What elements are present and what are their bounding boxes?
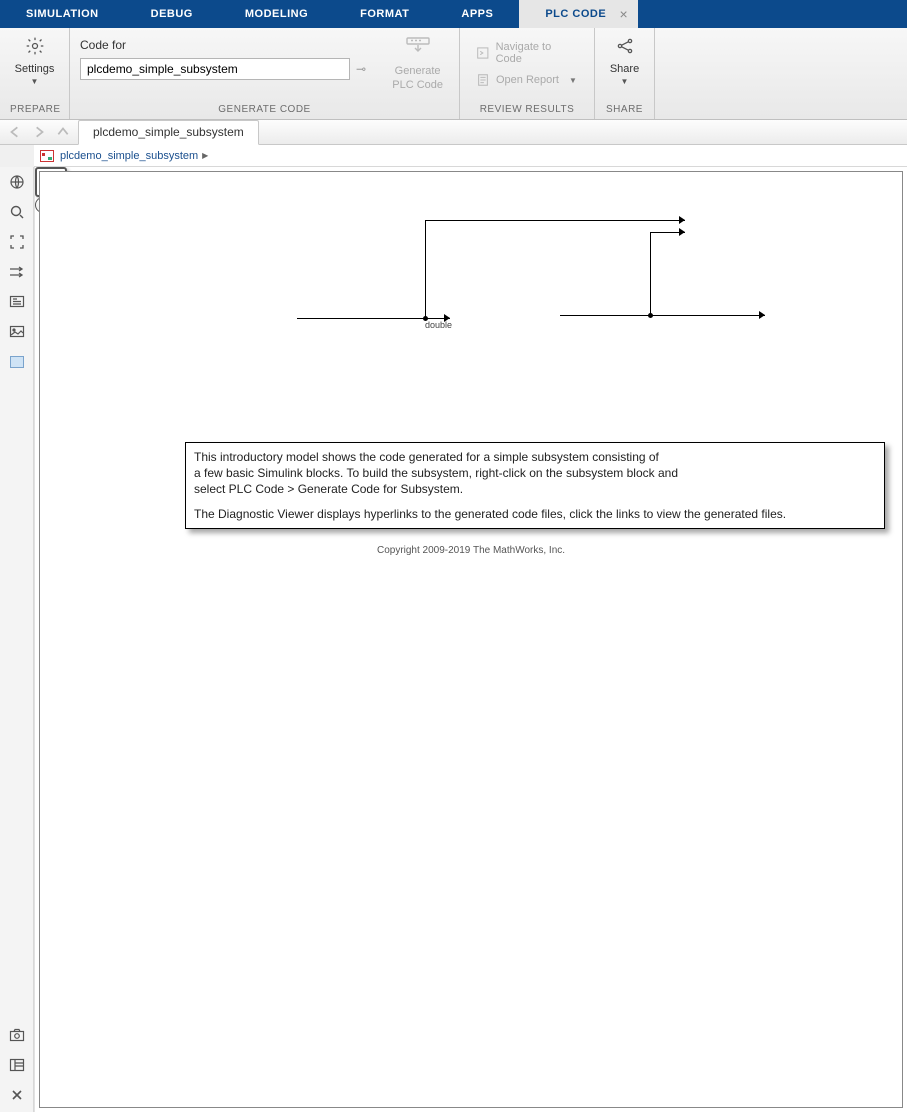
code-for-row: ⊸	[80, 58, 376, 80]
model-icon	[40, 150, 54, 162]
close-icon[interactable]: ×	[620, 0, 629, 28]
junction	[648, 313, 653, 318]
code-for-label: Code for	[80, 38, 376, 52]
toolstrip: Settings ▼ PREPARE Code for ⊸ Generate P…	[0, 28, 907, 120]
palette	[0, 167, 34, 1112]
datatype-label: double	[425, 320, 452, 330]
navigate-icon	[476, 46, 490, 60]
tab-apps[interactable]: APPS	[435, 0, 519, 28]
chevron-down-icon: ▼	[31, 77, 39, 86]
top-tab-bar: SIMULATION DEBUG MODELING FORMAT APPS PL…	[0, 0, 907, 28]
tab-plc-code-label: PLC CODE	[545, 8, 606, 20]
navigate-to-code-button[interactable]: Navigate to Code	[470, 38, 584, 68]
scope-block[interactable]	[35, 167, 67, 197]
share-button[interactable]: Share ▼	[605, 32, 644, 90]
group-label-prepare: PREPARE	[10, 102, 59, 119]
pin-icon[interactable]: ⊸	[356, 62, 366, 76]
tab-debug[interactable]: DEBUG	[125, 0, 219, 28]
camera-icon[interactable]	[8, 1026, 26, 1044]
arrows-icon[interactable]	[8, 263, 26, 281]
group-prepare: Settings ▼ PREPARE	[0, 28, 70, 119]
workspace: U Y SimpleSubsystem 1 double This introd…	[0, 167, 907, 1112]
generate-plc-code-button[interactable]: Generate PLC Code	[386, 32, 449, 95]
group-label-review: REVIEW RESULTS	[470, 102, 584, 119]
chevron-right-icon: ▶	[202, 151, 208, 160]
share-label: Share	[610, 63, 639, 75]
copyright-text: Copyright 2009-2019 The MathWorks, Inc.	[35, 545, 907, 556]
tab-format[interactable]: FORMAT	[334, 0, 435, 28]
breadcrumb-bar: plcdemo_simple_subsystem ▶	[34, 145, 907, 167]
canvas[interactable]: U Y SimpleSubsystem 1 double This introd…	[34, 167, 907, 1112]
generate-label-2: PLC Code	[392, 79, 443, 91]
open-report-label: Open Report	[496, 74, 559, 86]
group-generate-code: Code for ⊸ Generate PLC Code GENERATE CO…	[70, 28, 460, 119]
share-icon	[615, 36, 635, 61]
expand-icon[interactable]	[8, 1086, 26, 1104]
fit-to-view-icon[interactable]	[8, 233, 26, 251]
wire	[560, 315, 765, 316]
nav-up-button[interactable]	[54, 123, 72, 141]
group-label-share: SHARE	[605, 102, 644, 119]
wire	[425, 220, 685, 221]
generate-label-1: Generate	[395, 65, 441, 77]
image-icon[interactable]	[8, 323, 26, 341]
tab-simulation[interactable]: SIMULATION	[0, 0, 125, 28]
zoom-icon[interactable]	[8, 203, 26, 221]
group-share: Share ▼ SHARE	[595, 28, 655, 119]
wire	[650, 232, 651, 316]
annotation-icon[interactable]	[8, 293, 26, 311]
note-line: The Diagnostic Viewer displays hyperlink…	[194, 506, 876, 522]
note-line: select PLC Code > Generate Code for Subs…	[194, 481, 876, 497]
wire	[425, 220, 426, 319]
area-icon[interactable]	[8, 353, 26, 371]
breadcrumb-label: plcdemo_simple_subsystem	[60, 150, 198, 162]
note-line: a few basic Simulink blocks. To build th…	[194, 465, 876, 481]
nav-back-button[interactable]	[6, 123, 24, 141]
chevron-down-icon: ▼	[569, 76, 577, 85]
panel-icon[interactable]	[8, 1056, 26, 1074]
report-icon	[476, 73, 490, 87]
settings-label: Settings	[15, 63, 55, 75]
tab-plc-code[interactable]: PLC CODE ×	[519, 0, 638, 28]
nav-bar: plcdemo_simple_subsystem	[0, 120, 907, 145]
note-line: This introductory model shows the code g…	[194, 449, 876, 465]
nav-forward-button[interactable]	[30, 123, 48, 141]
model-tab[interactable]: plcdemo_simple_subsystem	[78, 120, 259, 145]
group-label-generate: GENERATE CODE	[70, 102, 459, 119]
junction	[423, 316, 428, 321]
code-for-input[interactable]	[80, 58, 350, 80]
open-report-button[interactable]: Open Report ▼	[470, 70, 584, 90]
group-review-results: Navigate to Code Open Report ▼ REVIEW RE…	[460, 28, 595, 119]
browser-icon[interactable]	[8, 173, 26, 191]
chevron-down-icon: ▼	[621, 77, 629, 86]
generate-code-icon	[405, 36, 431, 63]
annotation[interactable]: This introductory model shows the code g…	[185, 442, 885, 529]
settings-button[interactable]: Settings ▼	[10, 32, 59, 90]
tab-modeling[interactable]: MODELING	[219, 0, 334, 28]
breadcrumb[interactable]: plcdemo_simple_subsystem ▶	[60, 150, 208, 162]
navigate-label: Navigate to Code	[496, 41, 578, 65]
gear-icon	[25, 36, 45, 61]
